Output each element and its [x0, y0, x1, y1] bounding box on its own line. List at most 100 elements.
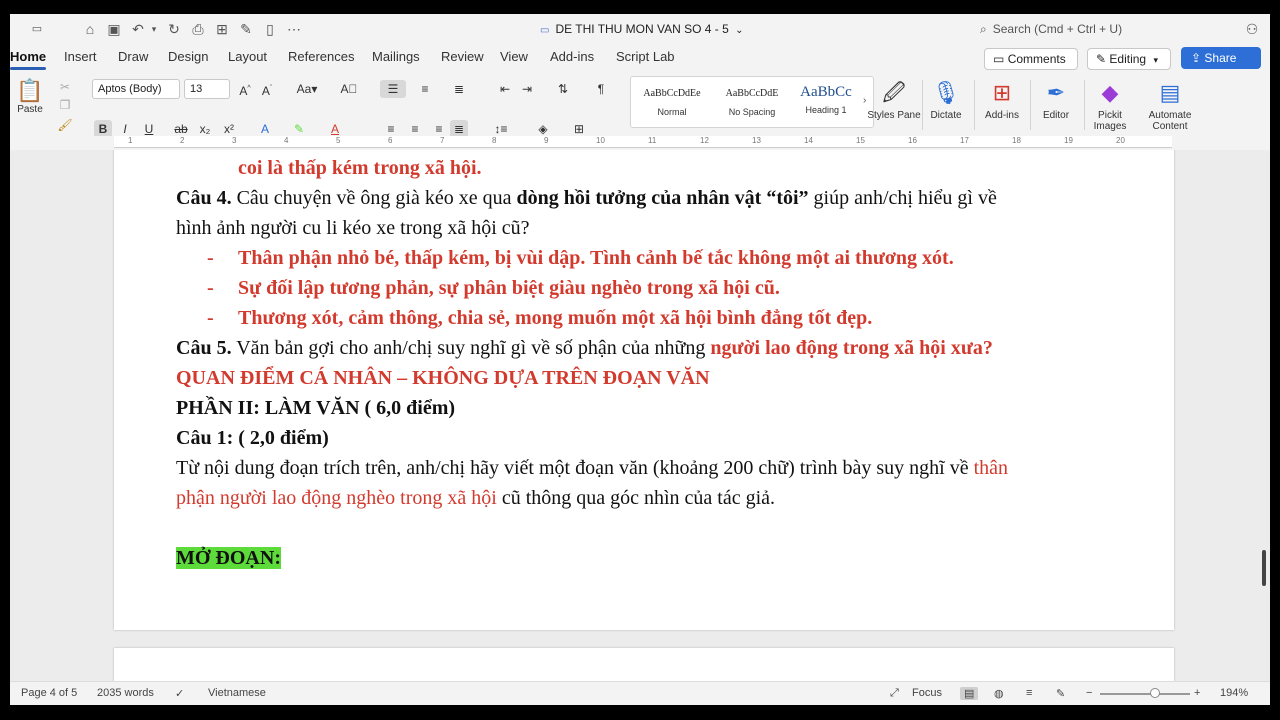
more-icon[interactable]: ⋯ — [286, 21, 302, 37]
show-formatting-icon[interactable]: ¶ — [592, 80, 610, 98]
ruler-number: 12 — [700, 136, 709, 145]
pickit-images-button[interactable]: ◆ Pickit Images — [1082, 76, 1138, 132]
new-doc-icon[interactable]: ▯ — [262, 21, 278, 37]
ruler-number: 15 — [856, 136, 865, 145]
part-2-heading: PHẦN II: LÀM VĂN ( 6,0 điểm) — [176, 397, 456, 419]
bullet-text: Sự đối lập tương phản, sự phân biệt giàu… — [238, 277, 780, 299]
outline-icon[interactable]: ≡ — [1026, 687, 1032, 699]
share-button[interactable]: ⇪ Share — [1181, 47, 1261, 69]
tab-add-ins[interactable]: Add-ins — [550, 49, 594, 64]
ruler-number: 2 — [180, 136, 185, 145]
edit-doc-icon[interactable]: ✎ — [238, 21, 254, 37]
comments-button[interactable]: ▭ Comments — [984, 48, 1078, 70]
paragraph-text: cũ thông qua góc nhìn của tác giả. — [496, 487, 776, 509]
paragraph-line: phận người lao động nghèo trong xã hội c… — [176, 486, 775, 510]
zoom-level[interactable]: 194% — [1220, 687, 1248, 699]
decrease-indent-icon[interactable]: ⇤ — [496, 80, 514, 98]
ruler-number: 10 — [596, 136, 605, 145]
question-1-heading: Câu 1: ( 2,0 điểm) — [176, 427, 329, 449]
grow-font-icon[interactable]: A^ — [236, 80, 254, 98]
zoom-slider-knob[interactable] — [1150, 688, 1160, 698]
paragraph-red-text: thân — [973, 457, 1009, 479]
document-page[interactable]: coi là thấp kém trong xã hội. Câu 4. Câu… — [114, 150, 1174, 630]
undo-dropdown-icon[interactable]: ▾ — [146, 21, 162, 37]
redo-icon[interactable]: ↻ — [166, 21, 182, 37]
ruler-number: 14 — [804, 136, 813, 145]
print-layout-icon[interactable]: ▤ — [960, 687, 979, 700]
vertical-scrollbar[interactable] — [1262, 550, 1266, 586]
next-page[interactable] — [114, 648, 1174, 681]
proofing-icon[interactable]: ✓ — [175, 687, 184, 700]
focus-button[interactable]: Focus — [912, 687, 942, 699]
undo-icon[interactable]: ↶ — [130, 21, 146, 37]
paragraph-red-text: phận người lao động nghèo trong xã hội — [176, 487, 497, 509]
paste-button[interactable]: 📋 Paste — [14, 78, 46, 115]
bullet-dash: - — [207, 277, 214, 299]
style-heading-1[interactable]: AaBbCc Heading 1 — [791, 82, 861, 122]
ruler-number: 18 — [1012, 136, 1021, 145]
ribbon-tabs: Home Insert Draw Design Layout Reference… — [10, 46, 1270, 70]
tab-draw[interactable]: Draw — [118, 49, 148, 64]
tab-mailings[interactable]: Mailings — [372, 49, 420, 64]
styles-pane-button[interactable]: 🖉 Styles Pane — [866, 76, 922, 121]
copy-icon[interactable]: ❐ — [56, 96, 74, 114]
change-case-icon[interactable]: Aa▾ — [294, 80, 320, 98]
question-text: Văn bản gợi cho anh/chị suy nghĩ gì về s… — [231, 337, 711, 359]
clear-formatting-icon[interactable]: A⃠ — [340, 80, 358, 98]
draft-icon[interactable]: ✎ — [1056, 687, 1065, 700]
sort-icon[interactable]: ⇅ — [554, 80, 572, 98]
tab-view[interactable]: View — [500, 49, 528, 64]
language[interactable]: Vietnamese — [208, 687, 266, 699]
tab-insert[interactable]: Insert — [64, 49, 97, 64]
dictate-button[interactable]: 🎙 Dictate — [918, 76, 974, 121]
save-icon[interactable]: ▣ — [106, 21, 122, 37]
table-icon[interactable]: ⊞ — [214, 21, 230, 37]
word-count[interactable]: 2035 words — [97, 687, 154, 699]
multilevel-list-icon[interactable]: ≣ — [448, 80, 470, 98]
font-name-combo[interactable]: Aptos (Body) — [92, 79, 180, 99]
page-count[interactable]: Page 4 of 5 — [21, 687, 77, 699]
styles-pane-label: Styles Pane — [867, 110, 921, 121]
pencil-icon: ✎ — [1096, 52, 1107, 66]
tab-review[interactable]: Review — [441, 49, 484, 64]
automate-label: Automate Content — [1148, 110, 1192, 132]
shrink-font-icon[interactable]: Aˇ — [258, 80, 276, 98]
tab-home[interactable]: Home — [10, 49, 47, 70]
tab-script-lab[interactable]: Script Lab — [616, 49, 675, 64]
tab-references[interactable]: References — [288, 49, 354, 64]
focus-icon: ⤢ — [890, 687, 899, 699]
font-size-combo[interactable]: 13 — [184, 79, 230, 99]
home-icon[interactable]: ⌂ — [82, 21, 98, 37]
style-name: No Spacing — [728, 107, 776, 117]
numbering-icon[interactable]: ≡ — [414, 80, 436, 98]
document-area[interactable]: coi là thấp kém trong xã hội. Câu 4. Câu… — [10, 150, 1270, 681]
editing-mode-button[interactable]: ✎ Editing ▾ — [1087, 48, 1171, 70]
print-icon[interactable]: ⎙ — [190, 21, 206, 37]
zoom-slider[interactable] — [1100, 693, 1190, 695]
editor-button[interactable]: ✒ Editor — [1028, 76, 1084, 121]
document-title[interactable]: ▭ DE THI THU MON VAN SO 4 - 5 ⌄ — [540, 22, 744, 36]
add-ins-button[interactable]: ⊞ Add-ins — [974, 76, 1030, 121]
automate-content-button[interactable]: ▤ Automate Content — [1142, 76, 1198, 132]
cut-icon[interactable]: ✂ — [56, 78, 74, 96]
style-no-spacing[interactable]: AaBbCcDdE No Spacing — [717, 82, 787, 122]
format-painter-icon[interactable]: 🖌 — [56, 116, 74, 134]
zoom-out-icon[interactable]: − — [1086, 687, 1092, 699]
search-box[interactable]: ⌕ Search (Cmd + Ctrl + U) — [980, 19, 1200, 39]
bullets-icon[interactable]: ☰ — [380, 80, 406, 98]
pickit-label: Pickit Images — [1093, 110, 1127, 132]
tab-design[interactable]: Design — [168, 49, 208, 64]
web-layout-icon[interactable]: ◍ — [994, 687, 1004, 700]
sidebar-toggle-icon[interactable]: ▭ — [24, 21, 50, 37]
share-people-icon[interactable]: ⚇ — [1244, 21, 1260, 37]
horizontal-ruler[interactable]: 1 2 3 4 5 6 7 8 9 10 11 12 13 14 15 16 1… — [10, 136, 1270, 150]
styles-pane-icon: 🖉 — [882, 80, 906, 105]
tab-layout[interactable]: Layout — [228, 49, 267, 64]
zoom-in-icon[interactable]: + — [1194, 687, 1200, 699]
status-bar: Page 4 of 5 2035 words ✓ Vietnamese ⤢ Fo… — [10, 681, 1270, 705]
increase-indent-icon[interactable]: ⇥ — [518, 80, 536, 98]
question-4-line2: hình ảnh người cu li kéo xe trong xã hội… — [176, 217, 530, 239]
style-normal[interactable]: AaBbCcDdEe Normal — [637, 82, 707, 122]
mo-doan-heading: MỞ ĐOẠN: — [176, 546, 281, 570]
chevron-down-icon: ⌄ — [735, 25, 744, 36]
